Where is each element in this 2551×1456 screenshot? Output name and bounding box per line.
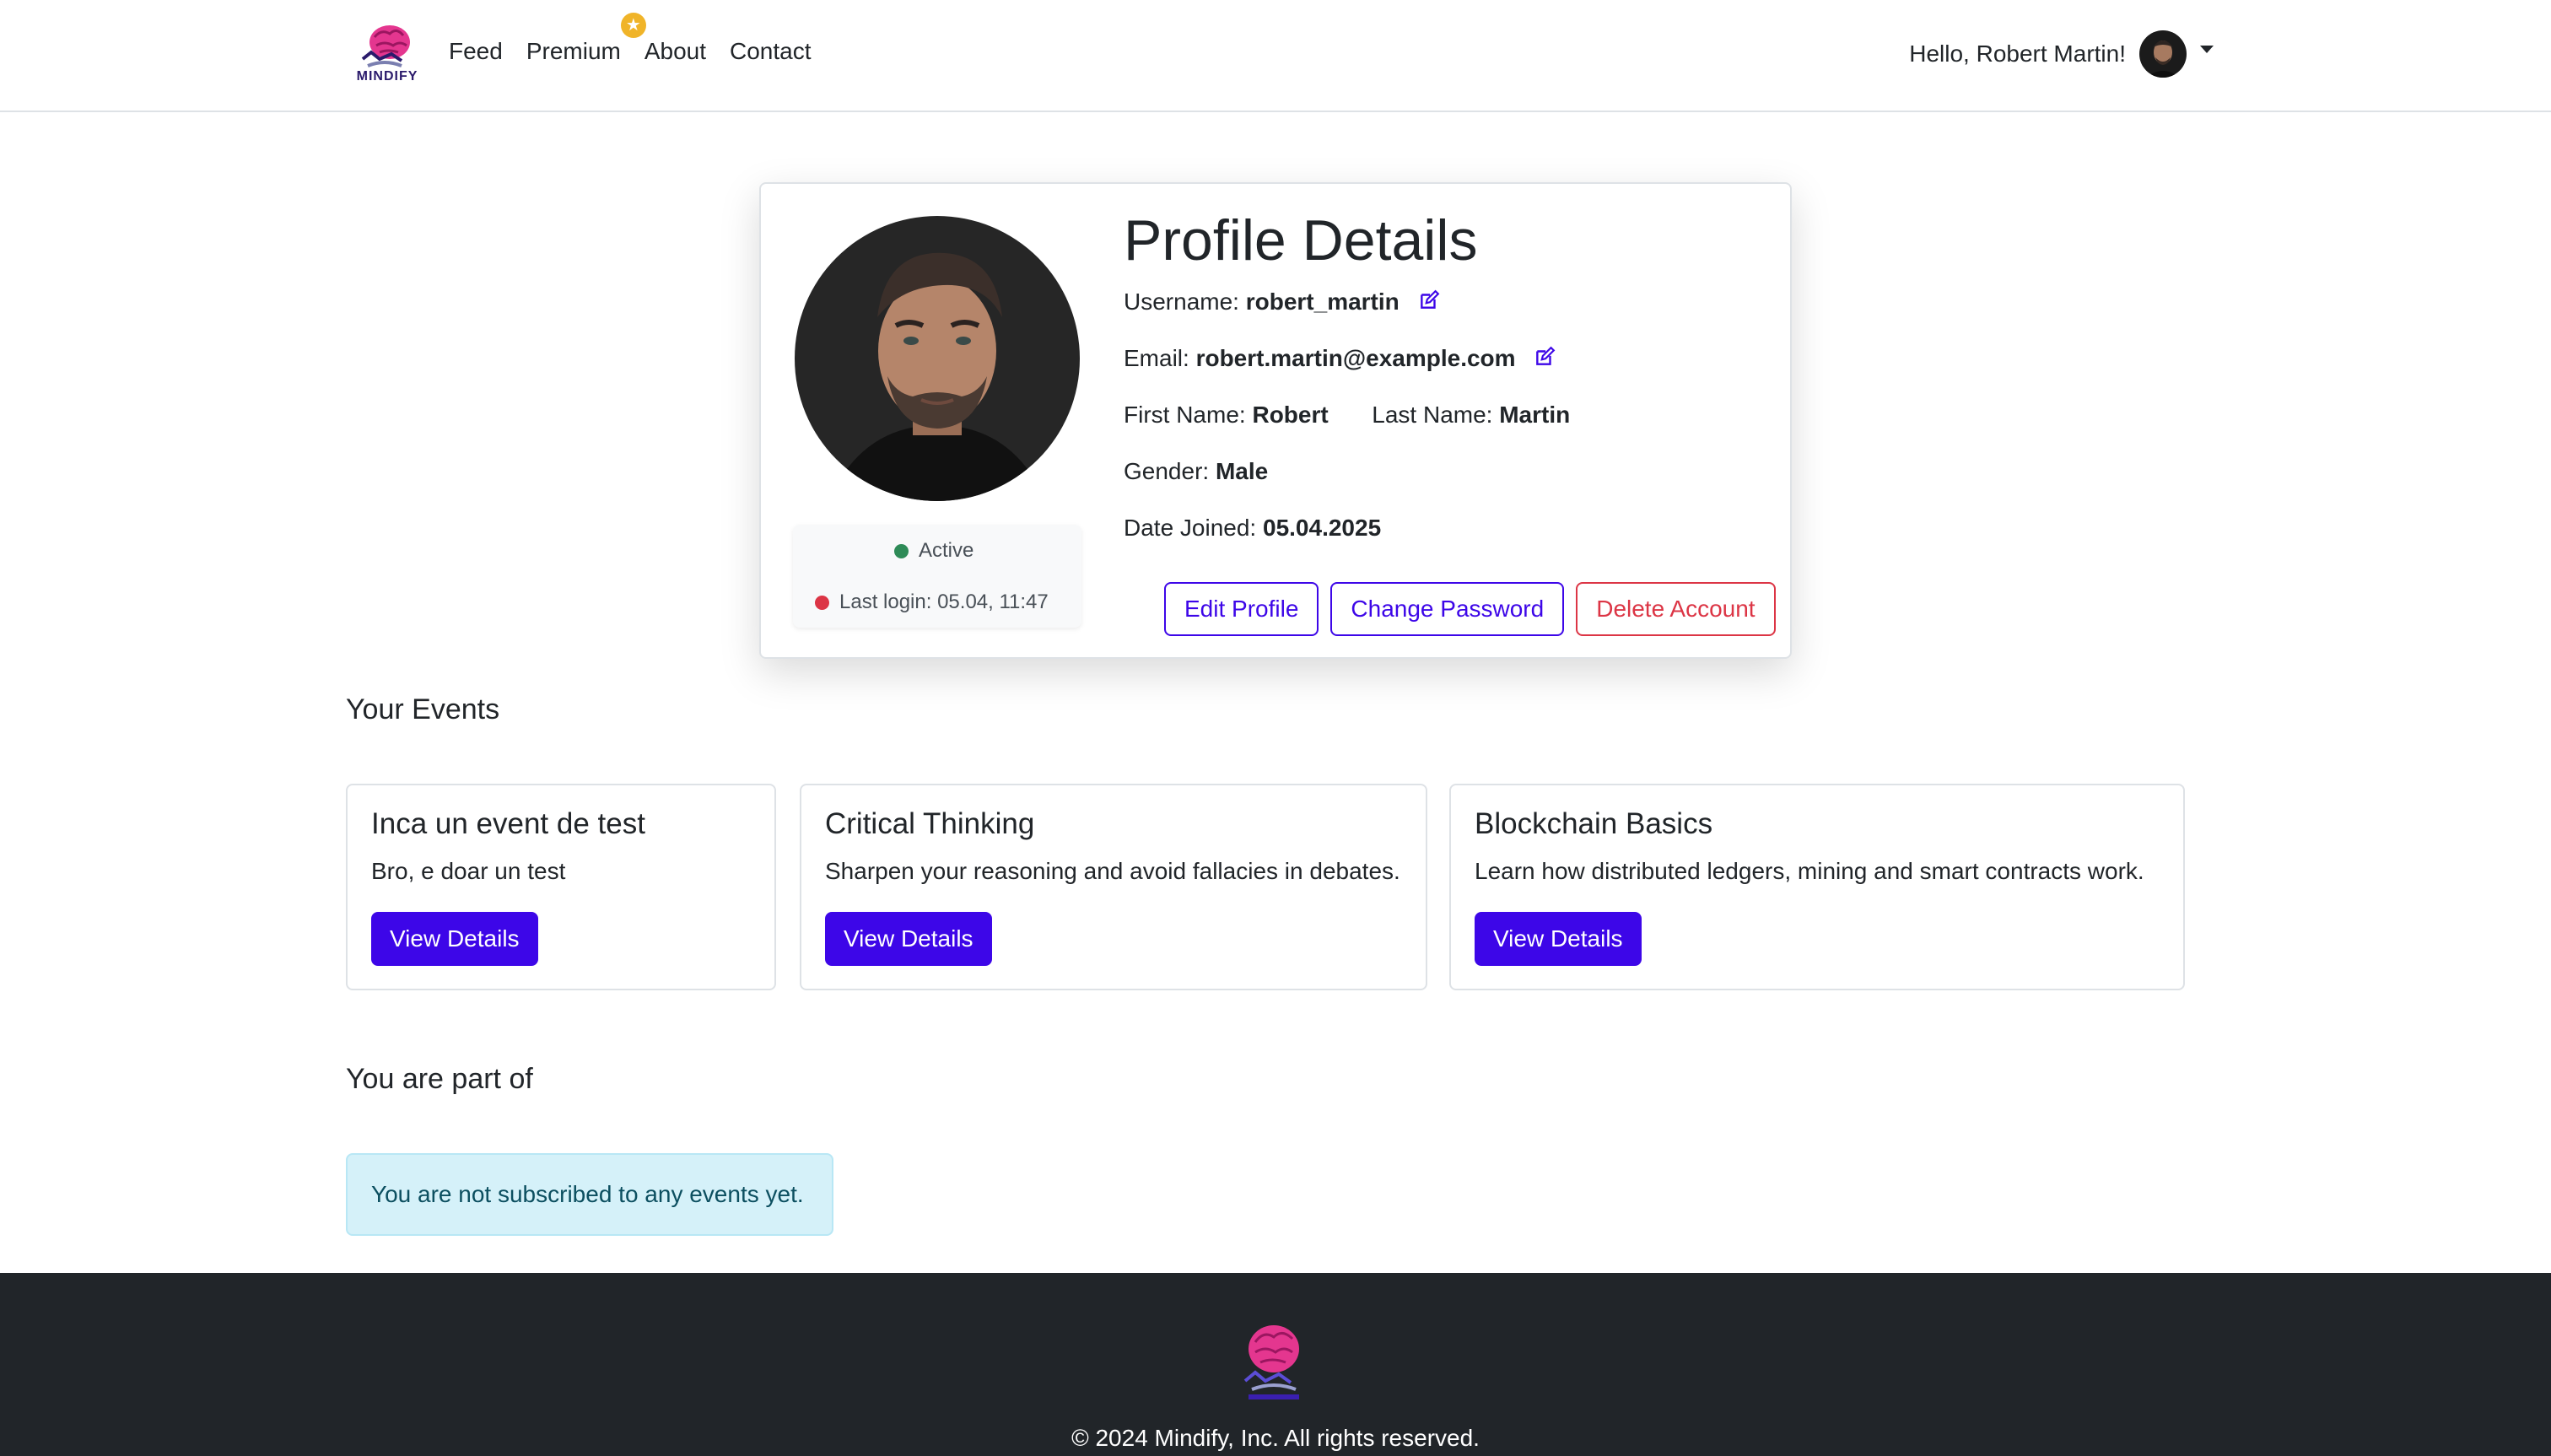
profile-actions: Edit Profile Change Password Delete Acco… bbox=[1164, 582, 1776, 636]
username-row: Username: robert_martin bbox=[1124, 289, 1440, 317]
edit-icon[interactable] bbox=[1418, 289, 1440, 317]
part-of-heading: You are part of bbox=[346, 1063, 533, 1095]
username-value: robert_martin bbox=[1245, 289, 1400, 315]
event-card: Critical Thinking Sharpen your reasoning… bbox=[800, 784, 1427, 990]
nav-links: Feed Premium ★ About Contact bbox=[449, 13, 812, 65]
star-icon: ★ bbox=[620, 13, 646, 38]
username-label: Username: bbox=[1124, 289, 1239, 315]
gender-row: Gender: Male bbox=[1124, 458, 1268, 485]
view-details-button[interactable]: View Details bbox=[371, 912, 538, 966]
brand-logo[interactable]: MINDIFY bbox=[351, 24, 423, 88]
date-joined-label: Date Joined: bbox=[1124, 515, 1257, 541]
view-details-button[interactable]: View Details bbox=[825, 912, 992, 966]
event-card: Inca un event de test Bro, e doar un tes… bbox=[346, 784, 776, 990]
event-description: Bro, e doar un test bbox=[371, 858, 566, 884]
gender-label: Gender: bbox=[1124, 458, 1210, 484]
nav-link-about[interactable]: About bbox=[644, 38, 706, 65]
event-title: Critical Thinking bbox=[825, 807, 1035, 840]
date-joined-row: Date Joined: 05.04.2025 bbox=[1124, 515, 1381, 542]
nav-link-contact[interactable]: Contact bbox=[730, 38, 812, 65]
nav-link-premium[interactable]: Premium ★ bbox=[526, 13, 646, 65]
first-name-label: First Name: bbox=[1124, 402, 1246, 428]
email-row: Email: robert.martin@example.com bbox=[1124, 345, 1556, 374]
nav-link-feed[interactable]: Feed bbox=[449, 38, 503, 65]
last-login-text: Last login: 05.04, 11:47 bbox=[839, 590, 1049, 613]
event-description: Learn how distributed ledgers, mining an… bbox=[1475, 858, 2144, 884]
email-value: robert.martin@example.com bbox=[1195, 345, 1516, 371]
greeting: Hello, Robert Martin! bbox=[1909, 40, 2126, 67]
alert-text: You are not subscribed to any events yet… bbox=[371, 1181, 804, 1207]
active-dot-icon bbox=[894, 543, 909, 558]
date-joined-value: 05.04.2025 bbox=[1263, 515, 1382, 541]
last-name-value: Martin bbox=[1499, 402, 1571, 428]
edit-icon[interactable] bbox=[1534, 346, 1556, 374]
your-events-heading: Your Events bbox=[346, 693, 500, 725]
copyright-text: © 2024 Mindify, Inc. All rights reserved… bbox=[1071, 1425, 1480, 1451]
status-panel: Active Last login: 05.04, 11:47 bbox=[793, 525, 1081, 628]
event-description: Sharpen your reasoning and avoid fallaci… bbox=[825, 858, 1400, 884]
edit-profile-button[interactable]: Edit Profile bbox=[1164, 582, 1319, 636]
caret-down-icon[interactable] bbox=[2200, 45, 2214, 53]
last-login: Last login: 05.04, 11:47 bbox=[815, 590, 1049, 614]
profile-card: Active Last login: 05.04, 11:47 Profile … bbox=[759, 182, 1792, 659]
first-name-value: Robert bbox=[1252, 402, 1329, 428]
navbar: MINDIFY Feed Premium ★ About Contact Hel… bbox=[0, 0, 2551, 112]
user-menu[interactable]: Hello, Robert Martin! bbox=[1909, 30, 2214, 78]
email-label: Email: bbox=[1124, 345, 1189, 371]
event-title: Inca un event de test bbox=[371, 807, 645, 840]
event-card: Blockchain Basics Learn how distributed … bbox=[1449, 784, 2185, 990]
profile-avatar bbox=[795, 216, 1080, 501]
last-login-dot-icon bbox=[815, 595, 829, 610]
brain-logo-icon bbox=[1237, 1318, 1311, 1403]
empty-subscriptions-alert: You are not subscribed to any events yet… bbox=[346, 1153, 833, 1236]
change-password-button[interactable]: Change Password bbox=[1330, 582, 1565, 636]
status-text: Active bbox=[919, 539, 974, 562]
page-title: Profile Details bbox=[1124, 208, 1478, 272]
status-active: Active bbox=[894, 539, 973, 563]
avatar[interactable] bbox=[2139, 30, 2187, 78]
last-name-label: Last Name: bbox=[1372, 402, 1493, 428]
brain-logo-icon bbox=[361, 25, 410, 67]
delete-account-button[interactable]: Delete Account bbox=[1576, 582, 1776, 636]
gender-value: Male bbox=[1215, 458, 1269, 484]
name-row: First Name: Robert Last Name: Martin bbox=[1124, 402, 1570, 429]
footer: © 2024 Mindify, Inc. All rights reserved… bbox=[0, 1273, 2551, 1456]
nav-link-premium-label: Premium bbox=[526, 38, 621, 64]
view-details-button[interactable]: View Details bbox=[1475, 912, 1642, 966]
event-title: Blockchain Basics bbox=[1475, 807, 1713, 840]
brand-name: MINDIFY bbox=[356, 69, 418, 84]
